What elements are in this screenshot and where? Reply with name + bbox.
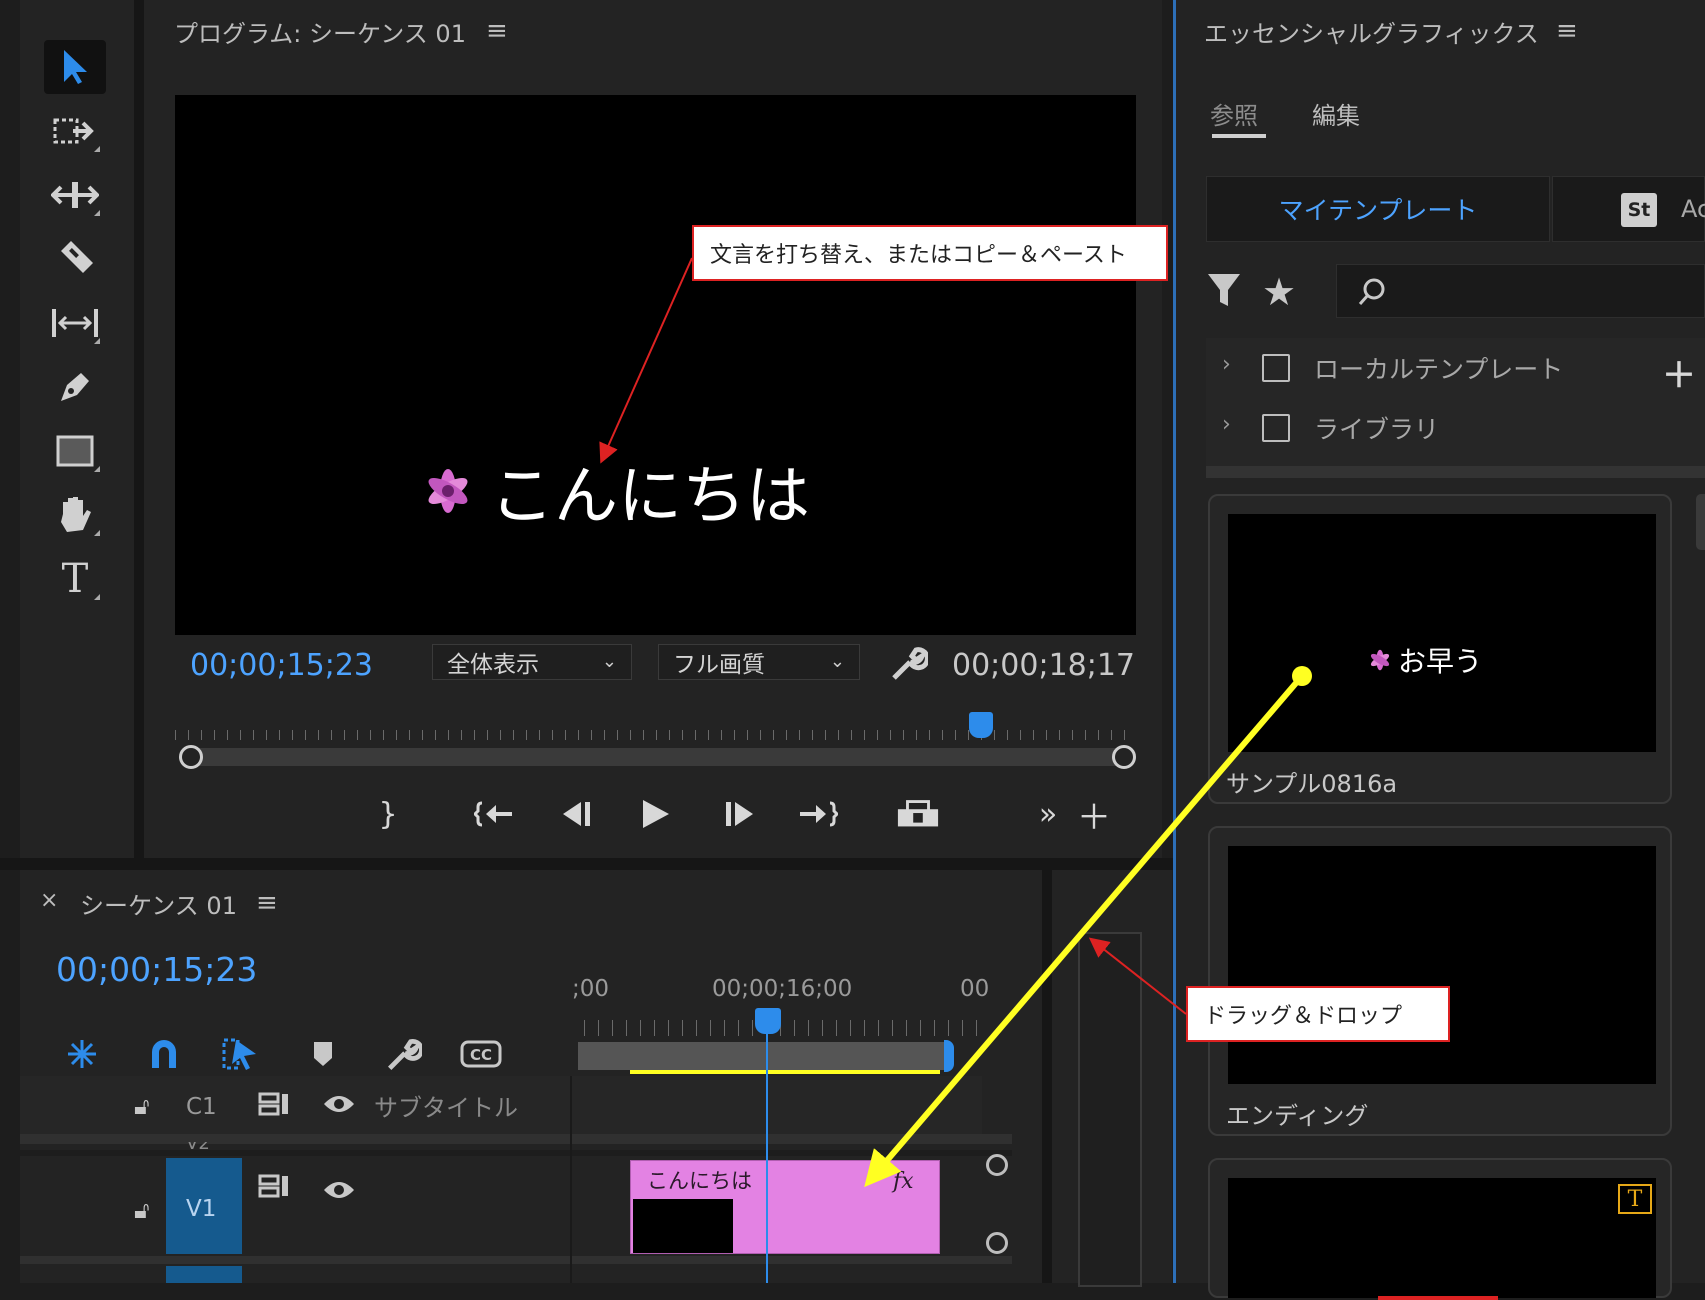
annotation-arrows xyxy=(599,257,1312,1188)
drag-hint-arrow xyxy=(1088,937,1187,1015)
edit-hint-arrow xyxy=(599,257,693,464)
drag-path-arrow xyxy=(864,674,1305,1188)
drag-start-dot xyxy=(1292,666,1312,686)
selection-indicator xyxy=(1378,1296,1498,1300)
